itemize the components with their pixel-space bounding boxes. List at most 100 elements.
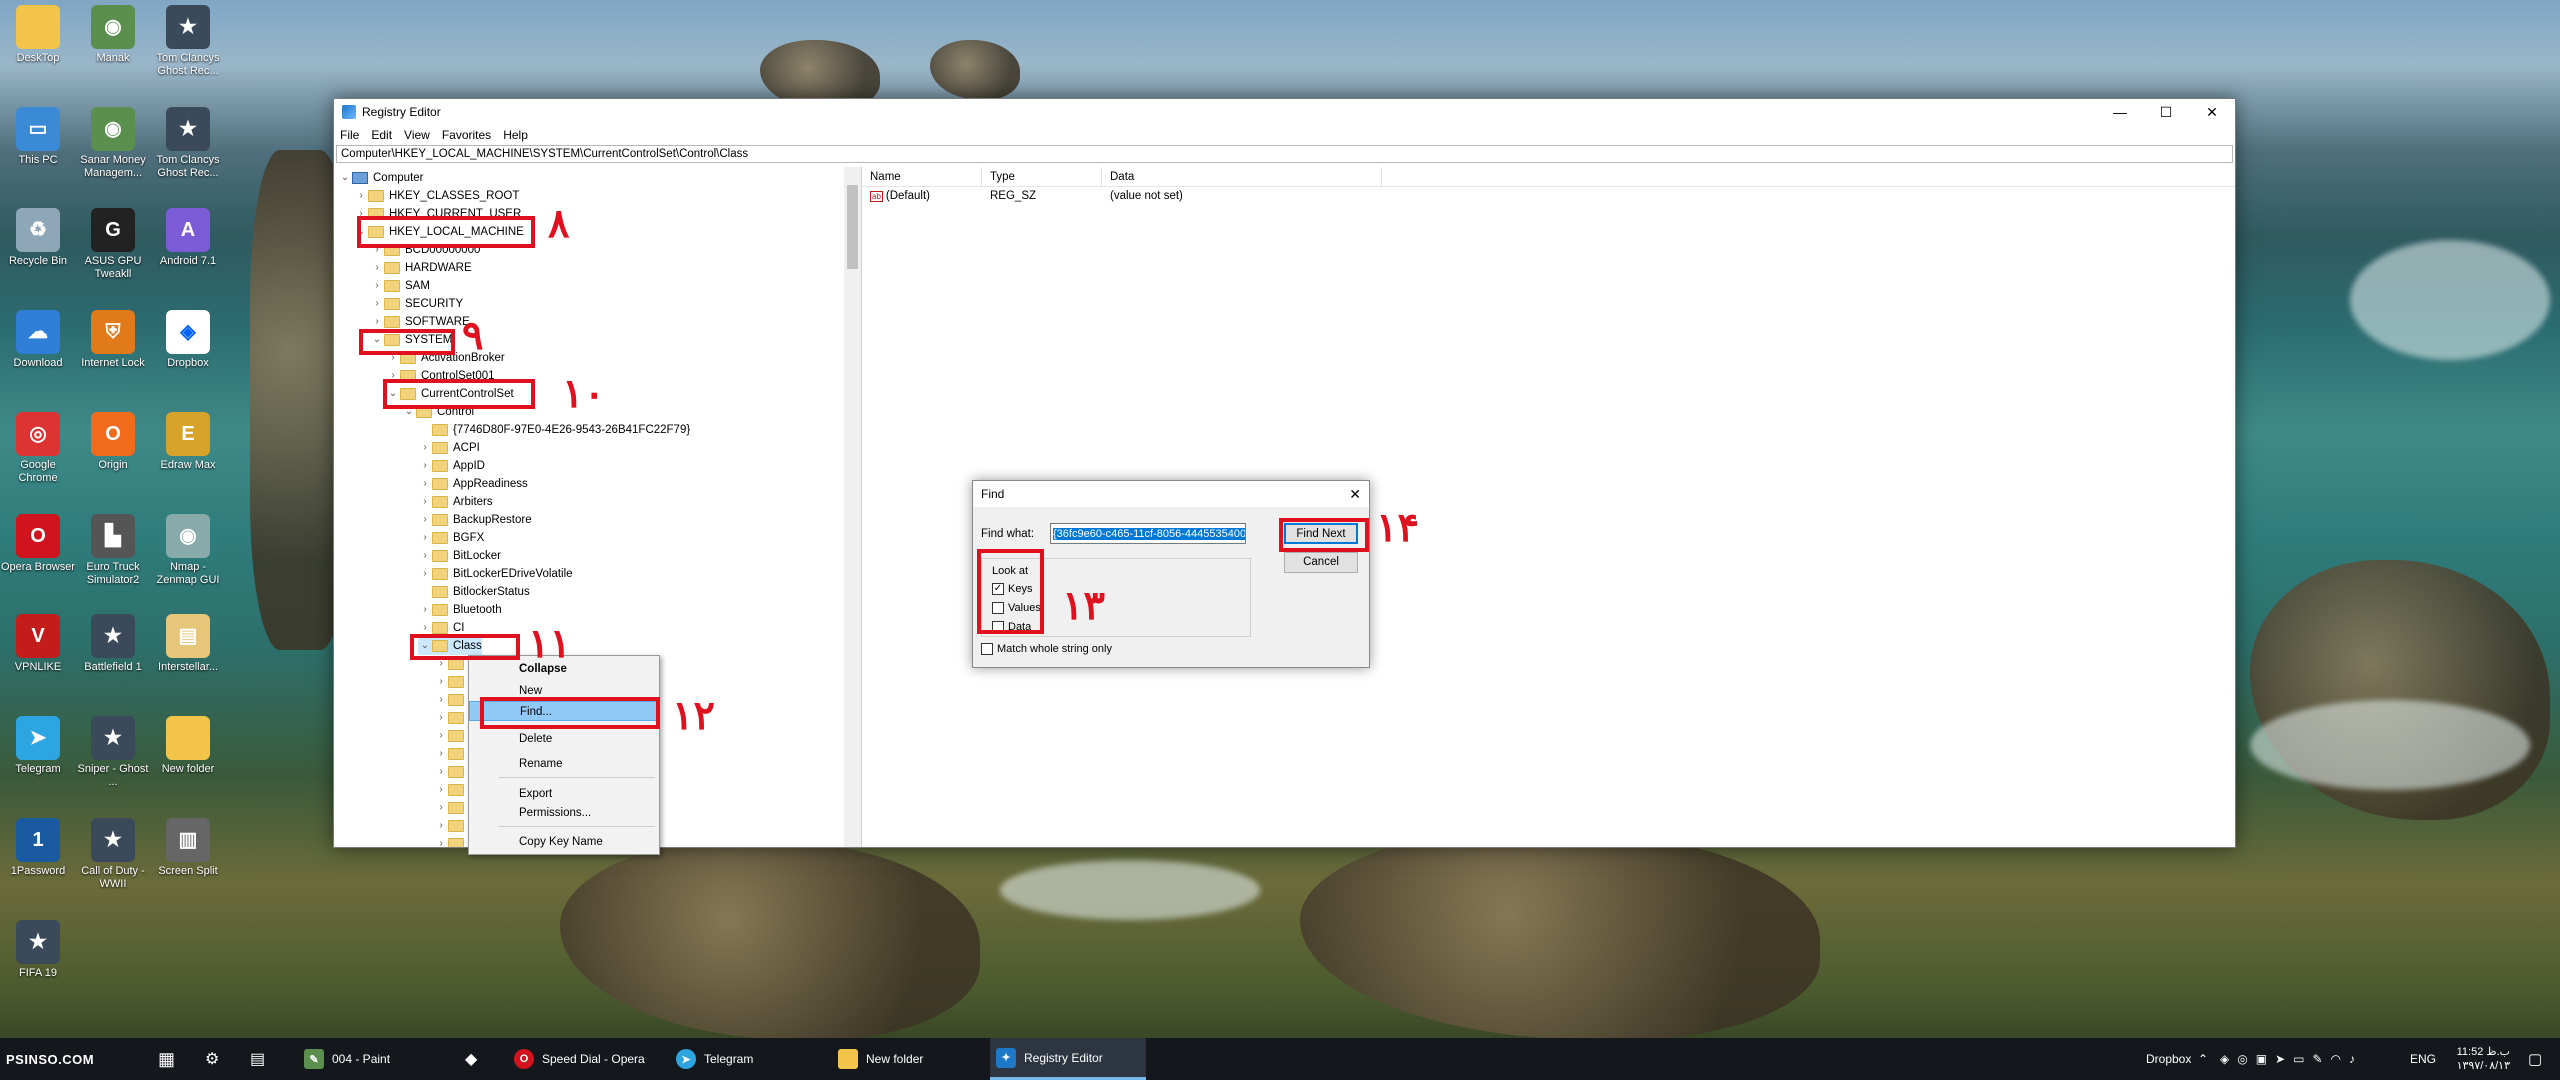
chevron-right-icon[interactable]: › (434, 835, 448, 847)
chevron-down-icon[interactable]: ⌄ (338, 169, 352, 187)
tree-node[interactable]: › ACPI (418, 439, 480, 457)
taskbar-item-registry-editor[interactable]: ✦ Registry Editor (990, 1038, 1146, 1080)
column-type[interactable]: Type (982, 167, 1102, 186)
menu-item-permissions[interactable]: Permissions... (469, 803, 659, 823)
menu-help[interactable]: Help (503, 128, 528, 142)
app-icon[interactable]: ◆ (465, 1038, 477, 1080)
taskbar-item-opera[interactable]: O Speed Dial - Opera (510, 1038, 660, 1080)
chevron-right-icon[interactable]: › (418, 565, 432, 583)
dropbox-icon[interactable]: ◈ (2220, 1052, 2229, 1066)
close-button[interactable]: ✕ (2189, 99, 2235, 125)
tree-node[interactable]: › BGFX (418, 529, 484, 547)
tree-scrollbar[interactable] (844, 167, 861, 847)
chevron-right-icon[interactable]: › (418, 529, 432, 547)
chevron-right-icon[interactable]: › (418, 511, 432, 529)
address-bar[interactable]: Computer\HKEY_LOCAL_MACHINE\SYSTEM\Curre… (336, 145, 2233, 163)
language-indicator[interactable]: ENG (2410, 1038, 2436, 1080)
close-icon[interactable]: ✕ (1349, 481, 1361, 507)
desktop-icon[interactable]: ★ Call of Duty - WWII (75, 818, 151, 891)
desktop-icon[interactable]: ◉ Sanar Money Managem... (75, 107, 151, 180)
find-what-field[interactable]: {36fc9e60-c465-11cf-8056-444553540000} (1050, 523, 1246, 544)
desktop-icon[interactable]: ➤ Telegram (0, 716, 76, 776)
chevron-right-icon[interactable]: › (354, 187, 368, 205)
chevron-right-icon[interactable]: › (434, 691, 448, 709)
desktop-icon[interactable]: ▭ This PC (0, 107, 76, 167)
chevron-right-icon[interactable]: › (370, 277, 384, 295)
tree-node[interactable]: {7746D80F-97E0-4E26-9543-26B41FC22F79} (418, 421, 690, 439)
desktop-icon[interactable]: ★ Tom Clancys Ghost Rec... (150, 5, 226, 78)
monitor-icon[interactable]: ▭ (2293, 1052, 2304, 1066)
tree-node[interactable]: › HKEY_CLASSES_ROOT (354, 187, 519, 205)
desktop-icon[interactable]: ▤ Interstellar... (150, 614, 226, 674)
tree-node[interactable]: › AppID (418, 457, 485, 475)
notification-icon[interactable]: ▢ (2528, 1038, 2542, 1080)
tree-node[interactable]: › Bluetooth (418, 601, 502, 619)
chevron-right-icon[interactable]: › (434, 763, 448, 781)
menu-view[interactable]: View (404, 128, 430, 142)
menu-item-export[interactable]: Export (469, 784, 659, 804)
volume-icon[interactable]: ♪ (2349, 1052, 2355, 1066)
desktop-icon[interactable]: V VPNLIKE (0, 614, 76, 674)
taskbar-item-telegram[interactable]: ➤ Telegram (672, 1038, 822, 1080)
tree-node[interactable]: › AppReadiness (418, 475, 528, 493)
chevron-right-icon[interactable]: › (434, 781, 448, 799)
chevron-right-icon[interactable]: › (418, 601, 432, 619)
menu-file[interactable]: File (340, 128, 359, 142)
chevron-right-icon[interactable]: › (418, 493, 432, 511)
tree-node[interactable]: › Arbiters (418, 493, 493, 511)
desktop-icon[interactable]: ◎ Google Chrome (0, 412, 76, 485)
desktop-icon[interactable]: O Origin (75, 412, 151, 472)
chevron-right-icon[interactable]: › (418, 547, 432, 565)
match-whole-checkbox[interactable]: Match whole string only (981, 643, 1112, 656)
taskbar-item-paint[interactable]: ✎ 004 - Paint (300, 1038, 440, 1080)
menu-item-delete[interactable]: Delete (469, 729, 659, 749)
menu-edit[interactable]: Edit (371, 128, 392, 142)
desktop-icon[interactable]: ♻ Recycle Bin (0, 208, 76, 268)
desktop-icon[interactable]: New folder (150, 716, 226, 776)
chevron-right-icon[interactable]: › (418, 439, 432, 457)
find-dialog-title-bar[interactable]: Find ✕ (973, 481, 1369, 507)
tree-node[interactable]: › BitLockerEDriveVolatile (418, 565, 573, 583)
desktop-icon[interactable]: DeskTop (0, 5, 76, 65)
chevron-up-icon[interactable]: ⌃ (2198, 1038, 2208, 1080)
telegram-icon[interactable]: ➤ (2275, 1052, 2285, 1066)
gpu-icon[interactable]: ▣ (2256, 1052, 2267, 1066)
chevron-right-icon[interactable]: › (370, 259, 384, 277)
notes-icon[interactable]: ✎ (2312, 1052, 2322, 1066)
scroll-thumb[interactable] (847, 185, 858, 269)
chevron-right-icon[interactable]: › (418, 457, 432, 475)
chevron-right-icon[interactable]: › (434, 817, 448, 835)
chevron-right-icon[interactable]: › (434, 709, 448, 727)
column-data[interactable]: Data (1102, 167, 1382, 186)
tree-node[interactable]: › SECURITY (370, 295, 463, 313)
desktop-icon[interactable]: ◈ Dropbox (150, 310, 226, 370)
desktop-icon[interactable]: O Opera Browser (0, 514, 76, 574)
maximize-button[interactable]: ☐ (2143, 99, 2189, 125)
tree-node[interactable]: BitlockerStatus (418, 583, 530, 601)
wifi-icon[interactable]: ◠ (2331, 1052, 2341, 1066)
network-icon[interactable]: ◎ (2237, 1052, 2247, 1066)
menu-item-copy-key-name[interactable]: Copy Key Name (469, 832, 659, 852)
title-bar[interactable]: Registry Editor — ☐ ✕ (334, 99, 2235, 125)
tree-node[interactable]: ⌄ Computer (338, 169, 424, 187)
desktop-icon[interactable]: ★ FIFA 19 (0, 920, 76, 980)
chevron-right-icon[interactable]: › (434, 745, 448, 763)
app-icon[interactable]: ⚙ (205, 1038, 219, 1080)
desktop-icon[interactable]: A Android 7.1 (150, 208, 226, 268)
column-name[interactable]: Name (862, 167, 982, 186)
desktop-icon[interactable]: ▙ Euro Truck Simulator2 (75, 514, 151, 587)
desktop-icon[interactable]: ☁ Download (0, 310, 76, 370)
tree-node[interactable]: › HARDWARE (370, 259, 472, 277)
desktop-icon[interactable]: ◉ Nmap - Zenmap GUI (150, 514, 226, 587)
cancel-button[interactable]: Cancel (1284, 552, 1358, 573)
desktop-icon[interactable]: ★ Sniper - Ghost ... (75, 716, 151, 789)
chevron-right-icon[interactable]: › (434, 799, 448, 817)
clock[interactable]: 11:52 ب.ظ ۱۳۹۷/۰۸/۱۳ (2450, 1038, 2510, 1080)
tree-node[interactable]: › BitLocker (418, 547, 501, 565)
desktop-icon[interactable]: ◉ Manak (75, 5, 151, 65)
desktop-icon[interactable]: ★ Battlefield 1 (75, 614, 151, 674)
desktop-icon[interactable]: E Edraw Max (150, 412, 226, 472)
tree-node[interactable]: › BackupRestore (418, 511, 532, 529)
calculator-icon[interactable]: ▦ (158, 1038, 175, 1080)
chevron-right-icon[interactable]: › (434, 673, 448, 691)
